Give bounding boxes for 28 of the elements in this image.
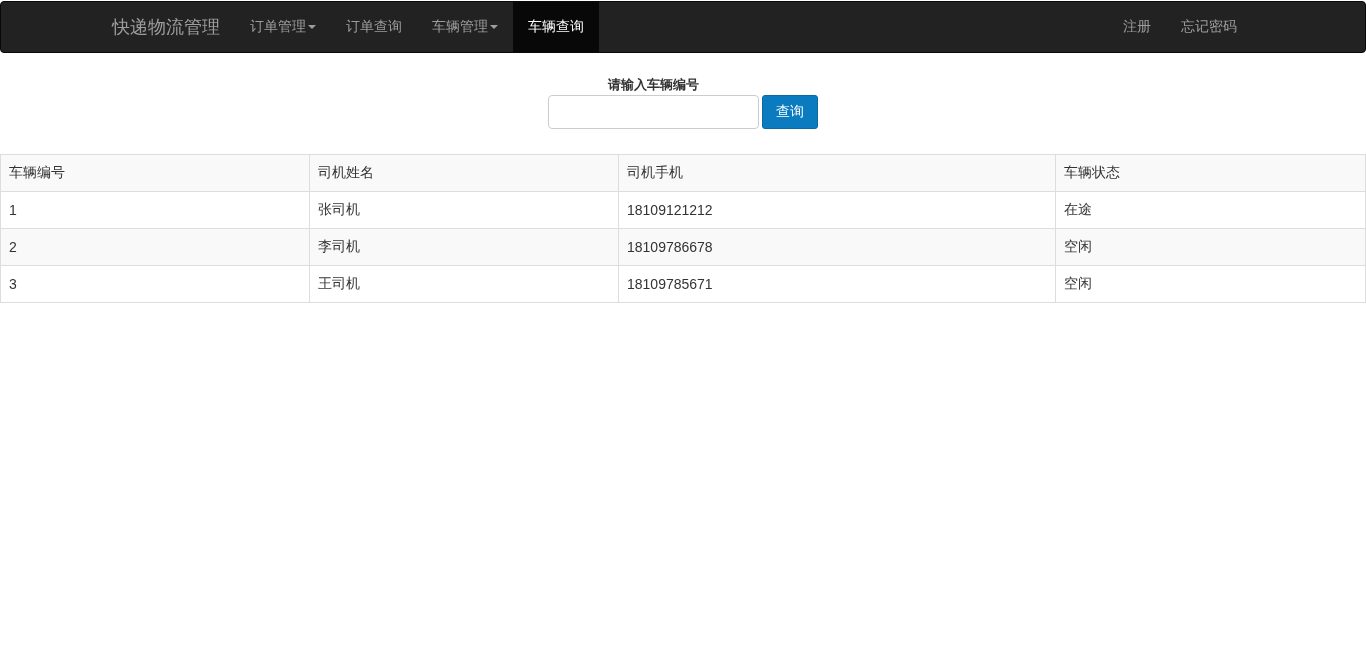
nav-link[interactable]: 订单查询	[331, 2, 417, 52]
vehicle-number-field[interactable]	[548, 95, 759, 129]
table-cell: 张司机	[309, 191, 619, 229]
table-cell: 空闲	[1055, 265, 1366, 303]
search-label: 请输入车辆编号	[607, 76, 699, 94]
table-cell: 18109121212	[618, 191, 1056, 229]
column-header: 司机姓名	[309, 154, 619, 192]
nav-link[interactable]: 注册	[1108, 2, 1166, 52]
table-cell: 18109786678	[618, 228, 1056, 266]
nav-link[interactable]: 车辆管理	[417, 2, 513, 52]
nav-link[interactable]: 忘记密码	[1166, 2, 1252, 52]
table-cell: 在途	[1055, 191, 1366, 229]
table-cell: 1	[0, 191, 310, 229]
caret-icon	[490, 25, 498, 29]
table-cell: 18109785671	[618, 265, 1056, 303]
search-button[interactable]: 查询	[762, 95, 818, 129]
nav-link[interactable]: 车辆查询	[513, 2, 599, 52]
table-cell: 王司机	[309, 265, 619, 303]
table-cell: 3	[0, 265, 310, 303]
column-header: 车辆状态	[1055, 154, 1366, 192]
column-header: 车辆编号	[0, 154, 310, 192]
table-cell: 2	[0, 228, 310, 266]
column-header: 司机手机	[618, 154, 1056, 192]
nav-link[interactable]: 订单管理	[235, 2, 331, 52]
caret-icon	[308, 25, 316, 29]
table-cell: 李司机	[309, 228, 619, 266]
brand-link[interactable]: 快递物流管理	[112, 2, 235, 52]
table-cell: 空闲	[1055, 228, 1366, 266]
